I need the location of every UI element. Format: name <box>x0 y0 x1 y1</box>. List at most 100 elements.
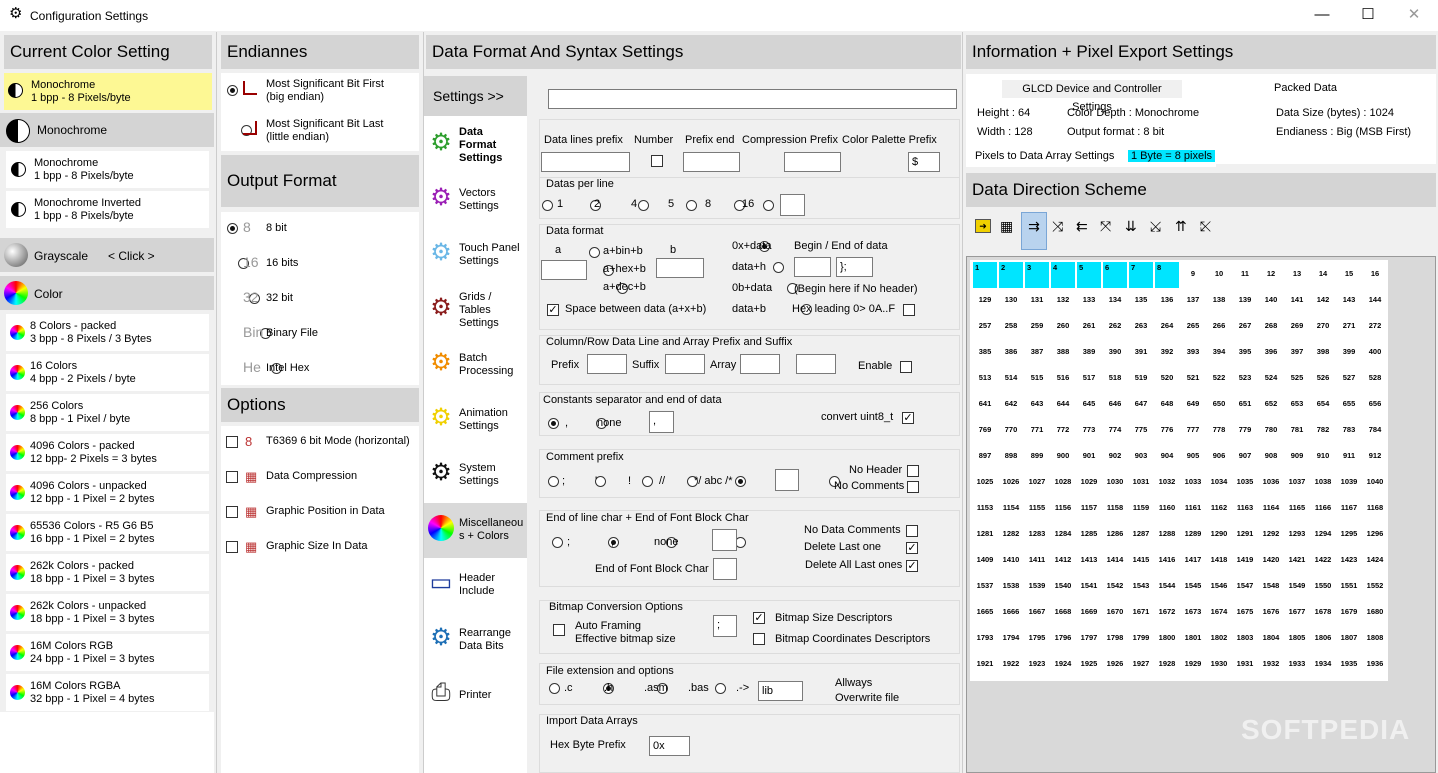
grayscale-click[interactable]: < Click > <box>108 249 155 263</box>
dpl-radio[interactable] <box>686 200 697 211</box>
monochrome-group[interactable]: Monochrome <box>0 113 214 147</box>
diagonal-arrows-icon[interactable]: ⤨ <box>1052 218 1063 235</box>
dpl-custom-input[interactable] <box>780 194 805 216</box>
data-h-radio[interactable] <box>773 262 785 273</box>
list-item[interactable]: Monochrome Inverted 1 bpp - 8 Pixels/byt… <box>6 191 209 228</box>
comment-custom-input[interactable] <box>775 469 799 491</box>
eol-none-label: none <box>654 536 679 548</box>
nav-item[interactable]: ⚙ Touch Panel Settings <box>424 228 527 283</box>
grid-icon[interactable]: ▦ <box>1000 218 1013 235</box>
diagonal-down-icon[interactable]: ⤩ <box>1150 218 1161 235</box>
ext-custom-input[interactable]: lib <box>758 681 803 701</box>
list-item[interactable]: 262k Colors - packed 18 bpp - 1 Pixel = 3… <box>6 554 209 591</box>
hex-byte-prefix-input[interactable]: 0x <box>649 736 690 756</box>
dpl-radio[interactable] <box>542 200 553 211</box>
grid-cell: 394 <box>1212 347 1226 356</box>
space-between-checkbox[interactable] <box>547 304 559 316</box>
nav-item[interactable]: ⚙ Data Format Settings <box>424 118 527 173</box>
down-arrows-icon[interactable]: ⇊ <box>1125 218 1137 235</box>
no-data-comments-checkbox[interactable] <box>906 525 918 537</box>
list-item[interactable]: 8 Colors - packed 3 bpp - 8 Pixels / 3 By… <box>6 314 209 351</box>
zigzag-icon[interactable]: ⤧ <box>1100 218 1111 235</box>
format-preview-field[interactable] <box>548 89 957 109</box>
msb-first-radio[interactable] <box>227 85 238 96</box>
list-item[interactable]: Monochrome 1 bpp - 8 Pixels/byte <box>6 151 209 188</box>
prefix-end-input[interactable] <box>683 152 740 172</box>
list-item[interactable]: 65536 Colors - R5 G6 B5 16 bpp - 1 Pixel … <box>6 514 209 551</box>
glcd-tab[interactable]: GLCD Device and Controller Settings <box>1002 80 1182 113</box>
bitmap-coord-desc-checkbox[interactable] <box>753 633 765 645</box>
colrow-array-suffix-input[interactable] <box>796 354 836 374</box>
no-header-checkbox[interactable] <box>907 465 919 477</box>
nav-item[interactable]: ⚙ Animation Settings <box>424 393 527 448</box>
a-bin-radio[interactable] <box>589 247 600 258</box>
comment-bang-radio[interactable] <box>642 476 654 487</box>
color-group[interactable]: Color <box>0 276 214 310</box>
list-item[interactable]: 16M Colors RGB 24 bpp - 1 Pixel = 3 bytes <box>6 634 209 671</box>
settings-toggle-button[interactable]: Settings >> <box>424 76 527 116</box>
colrow-array-input[interactable] <box>740 354 780 374</box>
nav-item[interactable]: ▭ Header Include <box>424 558 527 613</box>
dpl-custom-radio[interactable] <box>763 200 774 211</box>
up-arrows-icon[interactable]: ⇈ <box>1175 218 1187 235</box>
diagonal-up-icon[interactable]: ⤪ <box>1200 218 1211 235</box>
enable-checkbox[interactable] <box>900 361 912 373</box>
bitmap-separator-input[interactable]: ; <box>713 615 737 637</box>
nav-item[interactable]: ⚙ Batch Processing <box>424 338 527 393</box>
option-checkbox[interactable] <box>226 471 238 483</box>
nav-item[interactable]: ⚙ System Settings <box>424 448 527 503</box>
maximize-button[interactable]: ☐ <box>1345 0 1391 31</box>
begin-data-input[interactable] <box>794 257 831 277</box>
suffix-label: Suffix <box>632 359 660 371</box>
data-lines-prefix-input[interactable] <box>541 152 630 172</box>
list-item[interactable]: 4096 Colors - unpacked 12 bpp - 1 Pixel =… <box>6 474 209 511</box>
number-checkbox[interactable] <box>651 155 663 167</box>
b-input[interactable] <box>656 258 704 278</box>
option-checkbox[interactable] <box>226 436 238 448</box>
compression-prefix-input[interactable] <box>784 152 841 172</box>
const-custom-input[interactable]: , <box>649 411 674 433</box>
ext-c-radio[interactable] <box>549 683 560 694</box>
delete-last-one-checkbox[interactable] <box>906 542 918 554</box>
end-data-input[interactable]: }; <box>836 257 873 277</box>
nav-item[interactable]: ⎙ Printer <box>424 668 527 723</box>
grayscale-group[interactable]: Grayscale < Click > <box>0 238 214 272</box>
list-item[interactable]: 16 Colors 4 bpp - 2 Pixels / byte <box>6 354 209 391</box>
nav-item[interactable]: Miscellaneou s + Colors <box>424 503 527 558</box>
current-color-selected[interactable]: Monochrome 1 bpp - 8 Pixels/byte <box>4 73 212 110</box>
convert-uint8-checkbox[interactable] <box>902 412 914 424</box>
delete-all-last-checkbox[interactable] <box>906 560 918 572</box>
option-checkbox[interactable] <box>226 541 238 553</box>
colrow-suffix-input[interactable] <box>665 354 705 374</box>
comment-semicolon-radio[interactable] <box>548 476 559 487</box>
no-comments-checkbox[interactable] <box>907 481 919 493</box>
color-palette-prefix-input[interactable]: $ <box>908 152 940 172</box>
horizontal-lines-icon[interactable]: ⇉ <box>1021 212 1047 250</box>
hex-leading-checkbox[interactable] <box>903 304 915 316</box>
minimize-button[interactable]: — <box>1299 0 1345 31</box>
list-item[interactable]: 16M Colors RGBA 32 bpp - 1 Pixel = 4 byte… <box>6 674 209 711</box>
comment-block-radio[interactable] <box>735 476 747 487</box>
ext-bas-radio[interactable] <box>715 683 727 694</box>
colrow-prefix-input[interactable] <box>587 354 627 374</box>
dpl-radio[interactable] <box>638 200 649 211</box>
nav-item[interactable]: ⚙ Grids / Tables Settings <box>424 283 527 338</box>
output-format-radio[interactable] <box>227 223 238 234</box>
auto-framing-checkbox[interactable] <box>553 624 565 636</box>
reverse-lines-icon[interactable]: ⇇ <box>1076 218 1088 235</box>
list-item[interactable]: 4096 Colors - packed 12 bpp- 2 Pixels = 3… <box>6 434 209 471</box>
close-button[interactable]: ✕ <box>1391 0 1437 31</box>
option-checkbox[interactable] <box>226 506 238 518</box>
end-font-block-input[interactable] <box>713 558 737 580</box>
list-item[interactable]: 256 Colors 8 bpp - 1 Pixel / byte <box>6 394 209 431</box>
nav-item[interactable]: ⚙ Vectors Settings <box>424 173 527 228</box>
eol-semicolon-radio[interactable] <box>552 537 563 548</box>
a-input[interactable] <box>541 260 587 280</box>
list-item[interactable]: 262k Colors - unpacked 18 bpp - 1 Pixel =… <box>6 594 209 631</box>
grid-cell: 644 <box>1056 399 1070 408</box>
bitmap-size-desc-checkbox[interactable] <box>753 612 765 624</box>
arrow-right-icon[interactable]: ➜ <box>975 219 991 233</box>
eol-custom-input[interactable] <box>712 529 737 551</box>
const-comma-radio[interactable] <box>548 418 559 429</box>
nav-item[interactable]: ⚙ Rearrange Data Bits <box>424 613 527 668</box>
